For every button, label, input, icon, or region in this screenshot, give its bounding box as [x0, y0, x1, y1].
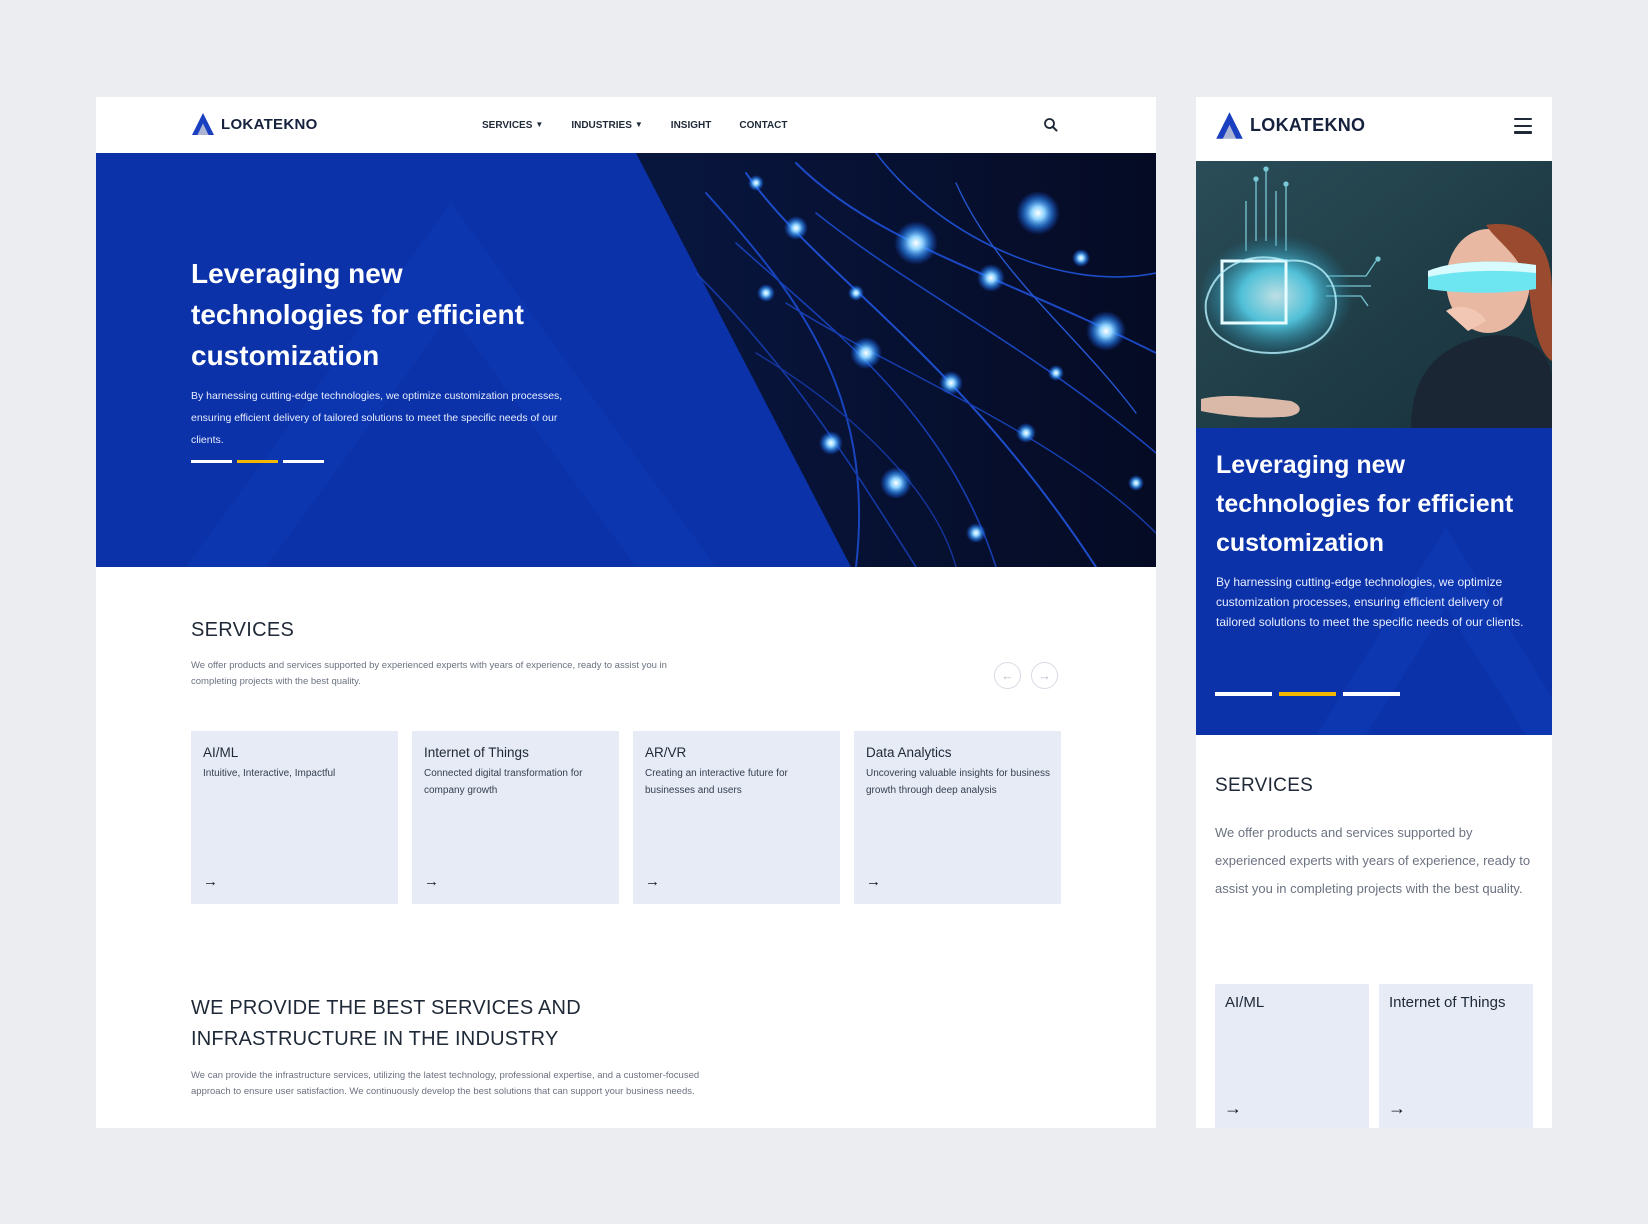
vr-brain-hero-image — [1196, 161, 1552, 428]
desktop-preview: LOKATEKNO SERVICES ▼ INDUSTRIES ▼ INSIGH… — [96, 97, 1156, 1128]
service-card-title: AI/ML — [1225, 994, 1265, 1011]
nav-services[interactable]: SERVICES ▼ — [482, 120, 543, 131]
slider-dot-3[interactable] — [1343, 692, 1400, 696]
mobile-services-description: We offer products and services supported… — [1215, 825, 1531, 896]
hero-banner: Leveraging new technologies for efficien… — [96, 153, 1156, 567]
hero-description: By harnessing cutting-edge technologies,… — [191, 390, 563, 446]
arrow-right-icon: → — [1038, 668, 1051, 683]
service-card-title: Data Analytics — [866, 745, 952, 760]
carousel-next-button[interactable]: → — [1031, 662, 1058, 689]
services-heading: SERVICES — [191, 619, 295, 641]
hamburger-menu-icon[interactable] — [1514, 118, 1532, 134]
arrow-right-icon[interactable]: → — [645, 873, 660, 890]
service-card-subtitle: Creating an interactive future for busin… — [645, 768, 788, 796]
nav-industries-label: INDUSTRIES — [571, 119, 632, 131]
arrow-right-icon[interactable]: → — [866, 873, 881, 890]
services-cards: AI/ML Intuitive, Interactive, Impactful … — [191, 731, 1061, 904]
chevron-down-icon: ▼ — [535, 120, 544, 129]
best-services-heading: WE PROVIDE THE BEST SERVICES AND INFRAST… — [191, 997, 581, 1050]
arrow-right-icon[interactable]: → — [1388, 1098, 1406, 1119]
arrow-right-icon[interactable]: → — [203, 873, 218, 890]
brand-logo[interactable]: LOKATEKNO — [191, 112, 318, 136]
service-card-title: Internet of Things — [1389, 994, 1506, 1011]
nav-insight-label: INSIGHT — [670, 119, 712, 131]
mobile-services-heading: SERVICES — [1215, 775, 1314, 796]
service-card-aiml[interactable]: AI/ML Intuitive, Interactive, Impactful … — [191, 731, 398, 904]
service-card-subtitle: Connected digital transformation for com… — [424, 768, 583, 796]
mobile-service-card-iot[interactable]: Internet of Things → — [1379, 984, 1533, 1128]
nav-contact[interactable]: CONTACT — [739, 120, 787, 131]
search-icon[interactable] — [1042, 116, 1060, 134]
service-card-data-analytics[interactable]: Data Analytics Uncovering valuable insig… — [854, 731, 1061, 904]
nav-services-label: SERVICES — [482, 119, 533, 131]
arrow-right-icon[interactable]: → — [1224, 1098, 1242, 1119]
mobile-hero-banner: Leveraging new technologies for efficien… — [1196, 428, 1552, 735]
mobile-preview: LOKATEKNO Leveraging new technologies fo… — [1196, 97, 1552, 1128]
logo-mark-icon — [192, 113, 214, 135]
best-services-description: We can provide the infrastructure servic… — [191, 1070, 700, 1097]
slider-dot-2-active[interactable] — [1279, 692, 1336, 696]
service-card-iot[interactable]: Internet of Things Connected digital tra… — [412, 731, 619, 904]
nav-contact-label: CONTACT — [739, 119, 788, 131]
services-carousel-controls: ← → — [994, 662, 1058, 689]
vr-woman-illustration — [1196, 161, 1552, 428]
navbar: LOKATEKNO SERVICES ▼ INDUSTRIES ▼ INSIGH… — [96, 97, 1156, 153]
slider-dot-1[interactable] — [1215, 692, 1272, 696]
slider-dot-1[interactable] — [191, 460, 232, 463]
slider-dot-3[interactable] — [283, 460, 324, 463]
nav-industries[interactable]: INDUSTRIES ▼ — [571, 120, 642, 131]
brand-name: LOKATEKNO — [221, 115, 318, 133]
brand-name: LOKATEKNO — [1250, 115, 1366, 135]
hero-slider-dots — [191, 460, 324, 463]
arrow-right-icon[interactable]: → — [424, 873, 439, 890]
hero-title: Leveraging new technologies for efficien… — [191, 258, 524, 371]
mobile-hero-description: By harnessing cutting-edge technologies,… — [1216, 575, 1524, 629]
services-description: We offer products and services supported… — [191, 660, 667, 687]
service-card-arvr[interactable]: AR/VR Creating an interactive future for… — [633, 731, 840, 904]
service-card-title: Internet of Things — [424, 745, 529, 760]
slider-dot-2-active[interactable] — [237, 460, 278, 463]
carousel-prev-button[interactable]: ← — [994, 662, 1021, 689]
service-card-title: AI/ML — [203, 745, 239, 760]
arrow-left-icon: ← — [1001, 668, 1014, 683]
service-card-subtitle: Uncovering valuable insights for busines… — [866, 768, 1050, 796]
logo-mark-icon — [1216, 112, 1243, 139]
mobile-services-cards: AI/ML → Internet of Things → — [1215, 984, 1533, 1128]
chevron-down-icon: ▼ — [634, 120, 643, 129]
mobile-hero-slider-dots — [1215, 692, 1400, 696]
mobile-service-card-aiml[interactable]: AI/ML → — [1215, 984, 1369, 1128]
service-card-subtitle: Intuitive, Interactive, Impactful — [203, 768, 336, 779]
nav-insight[interactable]: INSIGHT — [671, 120, 712, 131]
brand-logo[interactable]: LOKATEKNO — [1215, 111, 1365, 140]
main-menu: SERVICES ▼ INDUSTRIES ▼ INSIGHT CONTACT — [482, 97, 788, 153]
service-card-title: AR/VR — [645, 745, 687, 760]
mobile-hero-title: Leveraging new technologies for efficien… — [1216, 451, 1514, 557]
